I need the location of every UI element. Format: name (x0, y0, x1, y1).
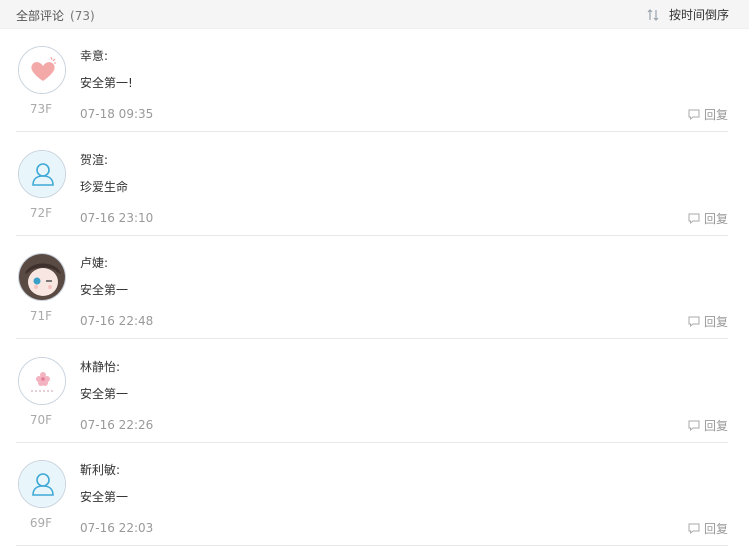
comment-time: 07-16 22:26 (80, 418, 154, 432)
comments-title-label: 全部评论 (16, 9, 65, 23)
flower-avatar-icon (19, 358, 65, 404)
reply-button[interactable]: 回复 (688, 106, 728, 123)
floor-number: 72F (29, 206, 53, 220)
avatar[interactable] (18, 150, 66, 198)
reply-label: 回复 (703, 522, 728, 536)
comment-author[interactable]: 卢婕: (80, 254, 108, 271)
default-user-avatar-icon (19, 151, 65, 197)
comment-text: 安全第一 (80, 283, 129, 297)
comment-bubble-icon (688, 213, 700, 224)
comment-text: 珍爱生命 (80, 180, 129, 194)
heart-avatar-icon (19, 47, 65, 93)
reply-label: 回复 (703, 315, 728, 329)
comments-header: 全部评论 (73) 按时间倒序 (0, 0, 749, 29)
comment-time: 07-16 22:48 (80, 314, 154, 328)
comment-text: 安全第一 (80, 490, 129, 504)
comment-author[interactable]: 幸意: (80, 47, 108, 64)
avatar[interactable] (18, 460, 66, 508)
floor-number: 71F (29, 309, 53, 323)
comment-bubble-icon (688, 109, 700, 120)
reply-button[interactable]: 回复 (688, 210, 728, 227)
floor-number: 73F (29, 102, 53, 116)
comment-item: 71F 卢婕: 安全第一 07-16 22:48 回复 (16, 236, 728, 339)
reply-label: 回复 (703, 419, 728, 433)
sort-label: 按时间倒序 (668, 8, 729, 22)
anime-girl-avatar-icon (19, 254, 65, 300)
comment-text: 安全第一! (80, 76, 133, 90)
reply-button[interactable]: 回复 (688, 520, 728, 537)
reply-label: 回复 (703, 212, 728, 226)
sort-button[interactable]: 按时间倒序 (647, 6, 729, 23)
avatar[interactable] (18, 357, 66, 405)
comment-time: 07-16 23:10 (80, 211, 154, 225)
comment-author[interactable]: 林静怡: (80, 358, 120, 375)
reply-button[interactable]: 回复 (688, 417, 728, 434)
sort-arrows-icon (647, 8, 659, 21)
comment-text: 安全第一 (80, 387, 129, 401)
comment-item: 69F 靳利敏: 安全第一 07-16 22:03 回复 (16, 443, 728, 546)
comment-time: 07-16 22:03 (80, 521, 154, 535)
comment-item: 72F 贺渲: 珍爱生命 07-16 23:10 回复 (16, 133, 728, 236)
comment-time: 07-18 09:35 (80, 107, 154, 121)
comment-item: 73F 幸意: 安全第一! 07-18 09:35 回复 (16, 29, 728, 132)
avatar[interactable] (18, 253, 66, 301)
comment-author[interactable]: 贺渲: (80, 151, 108, 168)
comments-title: 全部评论 (73) (16, 7, 95, 24)
floor-number: 70F (29, 413, 53, 427)
comment-author[interactable]: 靳利敏: (80, 461, 120, 478)
reply-label: 回复 (703, 108, 728, 122)
comment-bubble-icon (688, 523, 700, 534)
comment-bubble-icon (688, 316, 700, 327)
comments-count: (73) (70, 9, 95, 23)
reply-button[interactable]: 回复 (688, 313, 728, 330)
comment-bubble-icon (688, 420, 700, 431)
default-user-avatar-icon (19, 461, 65, 507)
floor-number: 69F (29, 516, 53, 530)
comment-item: 70F 林静怡: 安全第一 07-16 22:26 回复 (16, 340, 728, 443)
avatar[interactable] (18, 46, 66, 94)
